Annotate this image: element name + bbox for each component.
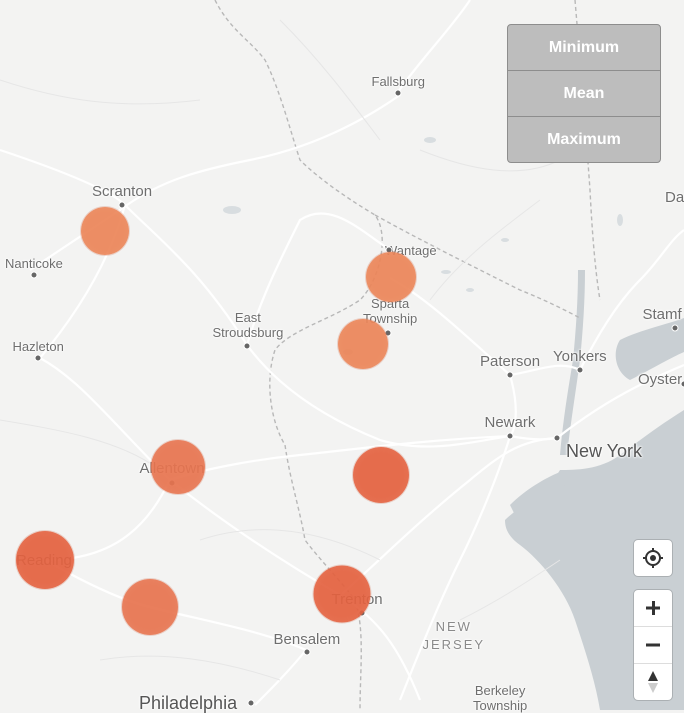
locate-control (634, 540, 672, 576)
compass-icon (646, 669, 660, 695)
statistic-selector: Minimum Mean Maximum (507, 24, 661, 163)
zoom-in-button[interactable] (634, 590, 672, 626)
place-label: Hazleton (13, 339, 64, 354)
place-dot (681, 381, 684, 388)
place-dot (395, 90, 402, 97)
mean-button[interactable]: Mean (508, 71, 660, 117)
data-marker[interactable] (16, 531, 74, 589)
place-dot (672, 325, 679, 332)
zoom-out-button[interactable] (634, 626, 672, 663)
place-dot (507, 372, 514, 379)
minus-icon (644, 636, 662, 654)
place-label: Stamf (643, 307, 682, 322)
data-marker[interactable] (122, 579, 178, 635)
place-label: Da (665, 190, 684, 205)
place-label: Paterson (480, 354, 540, 369)
data-marker[interactable] (338, 319, 388, 369)
place-label: Newark (485, 415, 536, 430)
place-dot (577, 367, 584, 374)
place-dot (554, 435, 561, 442)
place-label: Oyster (638, 372, 682, 387)
data-marker[interactable] (81, 207, 129, 255)
plus-icon (644, 599, 662, 617)
place-label: EastStroudsburg (213, 310, 284, 340)
data-marker[interactable] (314, 566, 371, 623)
place-label: Fallsburg (372, 74, 425, 89)
data-marker[interactable] (353, 447, 409, 503)
place-dot (248, 700, 255, 707)
place-label: Scranton (92, 184, 152, 199)
place-label: Yonkers (553, 349, 607, 364)
place-label: Nanticoke (5, 256, 63, 271)
place-dot (304, 649, 311, 656)
place-dot (507, 433, 514, 440)
navigation-control (634, 590, 672, 700)
place-dot (35, 355, 42, 362)
place-dot (31, 272, 38, 279)
maximum-button[interactable]: Maximum (508, 117, 660, 162)
crosshair-icon (642, 547, 664, 569)
place-dot (119, 202, 126, 209)
minimum-button[interactable]: Minimum (508, 25, 660, 71)
place-label: NEWJERSEY (423, 618, 486, 654)
place-label: BerkeleyTownship (473, 683, 527, 713)
place-dot (244, 343, 251, 350)
data-marker[interactable] (366, 252, 416, 302)
place-label: Bensalem (274, 632, 341, 647)
place-label: New York (566, 444, 642, 459)
data-marker[interactable] (151, 440, 205, 494)
place-label: Philadelphia (139, 696, 237, 711)
locate-button[interactable] (634, 540, 672, 576)
compass-button[interactable] (634, 663, 672, 700)
